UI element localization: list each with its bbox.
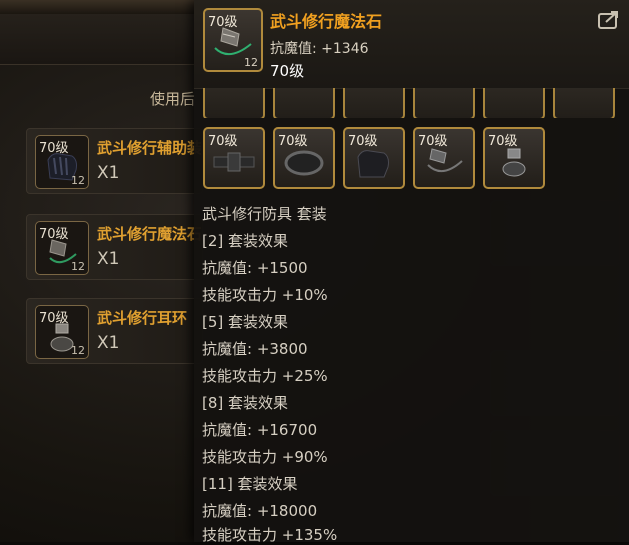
item-slot[interactable]: 70级 12 [35,221,89,275]
set-item-slot[interactable]: 70级 [203,127,265,189]
panel-header [0,14,200,65]
set-name: 武斗修行防具 套装 [202,205,327,223]
item-name: 武斗修行辅助装备 [97,139,201,157]
belt-icon [213,152,255,172]
use-hint: 使用后 [150,90,196,108]
set-item-slot[interactable]: 70级 [483,127,545,189]
set-item-slot[interactable]: 70级 [343,127,405,189]
set-effect-line: 技能攻击力 +10% [202,286,328,304]
item-count: 12 [71,174,85,187]
set-item-slot[interactable] [413,88,475,118]
set-effect-line: 技能攻击力 +25% [202,367,328,385]
item-slot[interactable]: 70级 12 [35,305,89,359]
item-quantity: X1 [97,249,120,269]
share-button[interactable] [598,10,620,30]
bracelet-icon [284,150,324,176]
tooltip-title: 武斗修行魔法石 [270,12,383,31]
reward-item-row[interactable]: 70级 12 武斗修行耳环 X1 [26,298,203,364]
set-item-slot[interactable] [553,88,615,118]
item-name: 武斗修行耳环 [97,309,188,327]
set-tier-header: [8] 套装效果 [202,394,289,412]
set-effect-line: 抗魔值: +16700 [202,421,318,439]
set-effect-line: 抗魔值: +18000 [202,502,318,520]
item-slot[interactable]: 70级 12 [35,135,89,189]
set-item-slot[interactable]: 70级 [273,127,335,189]
reward-item-row[interactable]: 70级 12 武斗修行魔法石 X1 [26,214,203,280]
set-items-row-partial [194,88,629,118]
share-icon [598,11,618,29]
magic-stone-icon [427,148,463,172]
item-name: 武斗修行魔法石 [97,225,201,243]
item-count: 12 [71,260,85,273]
reward-item-row[interactable]: 70级 12 武斗修行辅助装备 X1 [26,128,203,194]
set-item-slot[interactable] [483,88,545,118]
set-item-slot[interactable] [203,88,265,118]
tooltip-stat: 抗魔值: +1346 [270,41,369,57]
gloves-icon [357,150,389,178]
set-effect-line: 抗魔值: +1500 [202,259,308,277]
set-item-slot[interactable] [343,88,405,118]
item-count: 12 [71,344,85,357]
item-quantity: X1 [97,163,120,183]
item-tooltip: 70级 12 武斗修行魔法石 抗魔值: +1346 70级 70级 70级 70… [194,0,629,544]
item-quantity: X1 [97,333,120,353]
tooltip-level: 70级 [270,62,305,80]
earring-icon [502,148,526,177]
tooltip-header: 70级 12 武斗修行魔法石 抗魔值: +1346 70级 [194,0,629,89]
set-tier-header: [11] 套装效果 [202,475,298,493]
set-effect-line: 抗魔值: +3800 [202,340,308,358]
set-item-slot[interactable] [273,88,335,118]
set-tier-header: [5] 套装效果 [202,313,289,331]
set-effect-line: 技能攻击力 +90% [202,448,328,466]
item-count: 12 [244,56,258,69]
set-tier-header: [2] 套装效果 [202,232,289,250]
set-item-slot[interactable]: 70级 [413,127,475,189]
tooltip-item-icon: 70级 12 [203,8,263,72]
